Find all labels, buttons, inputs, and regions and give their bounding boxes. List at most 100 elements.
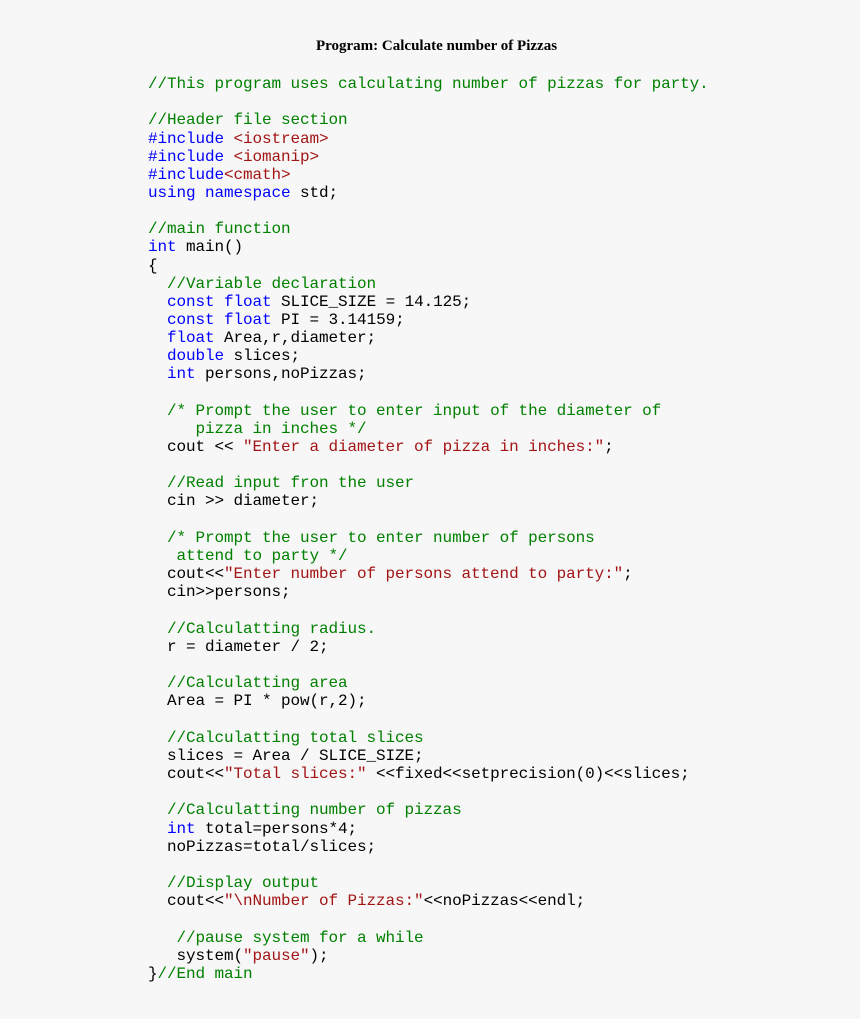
code-line: //Display output [148, 874, 709, 892]
code-text: slices; [224, 347, 301, 365]
code-text: cout << [148, 437, 244, 456]
program-title: Program: Calculate number of Pizzas [315, 38, 558, 54]
keyword: float [167, 328, 215, 347]
code-text: std; [290, 183, 339, 202]
code-text: cin>>persons; [148, 583, 291, 602]
string-literal: <iostream> [233, 129, 329, 148]
comment: //Calculatting total slices [167, 728, 424, 747]
code-line: //Read input fron the user [148, 474, 709, 492]
comment: //main function [148, 220, 291, 239]
code-line: cout << "Enter a diameter of pizza in in… [148, 438, 709, 456]
code-line: const float SLICE_SIZE = 14.125; [148, 293, 709, 311]
string-literal: <cmath> [224, 165, 291, 184]
code-text: slices = Area / SLICE_SIZE; [148, 746, 424, 765]
code-text: PI = 3.14159; [271, 310, 405, 329]
comment: pizza in inches */ [148, 419, 367, 438]
string-literal: "\nNumber of Pizzas:" [224, 892, 424, 911]
code-text: persons,noPizzas; [195, 365, 367, 384]
code-text: cout<< [148, 764, 225, 783]
code-text: cout<< [148, 565, 225, 584]
code-line: //Calculatting radius. [148, 620, 709, 638]
comment: //Calculatting area [167, 674, 348, 693]
code-line: int total=persons*4; [148, 820, 709, 838]
code-line: float Area,r,diameter; [148, 329, 709, 347]
code-line: }//End main [148, 965, 709, 983]
string-literal: "pause" [243, 946, 310, 965]
code-text: ; [623, 565, 633, 584]
code-line: double slices; [148, 347, 709, 365]
comment: attend to party */ [148, 546, 348, 565]
comment: //Calculatting number of pizzas [167, 801, 462, 820]
keyword: #include [148, 129, 234, 148]
code-line: r = diameter / 2; [148, 638, 709, 656]
code-line: #include <iostream> [148, 130, 709, 148]
code-line: //pause system for a while [148, 929, 709, 947]
code-line: //This program uses calculating number o… [148, 75, 709, 93]
code-line: //Calculatting number of pizzas [148, 801, 709, 819]
code-text: main() [176, 238, 244, 257]
comment: //Read input fron the user [167, 474, 415, 493]
keyword: int [148, 238, 177, 257]
code-block: //This program uses calculating number o… [148, 75, 709, 983]
code-line: using namespace std; [148, 184, 709, 202]
keyword: int [167, 365, 196, 384]
keyword: const float [167, 310, 272, 329]
comment: //Variable declaration [167, 274, 377, 293]
code-text: noPizzas=total/slices; [148, 837, 377, 856]
code-text: Area,r,diameter; [214, 328, 377, 347]
code-text: cout<< [148, 892, 225, 911]
comment: //Display output [167, 874, 320, 893]
code-line: #include <iomanip> [148, 148, 709, 166]
string-literal: "Enter a diameter of pizza in inches:" [243, 437, 605, 456]
code-line: #include<cmath> [148, 166, 709, 184]
code-line: cin>>persons; [148, 583, 709, 601]
code-text: <<noPizzas<<endl; [423, 892, 586, 911]
code-line: attend to party */ [148, 547, 709, 565]
keyword: double [167, 347, 225, 365]
code-line: Area = PI * pow(r,2); [148, 692, 709, 710]
code-line: cout<<"Enter number of persons attend to… [148, 565, 709, 583]
code-text: Area = PI * pow(r,2); [148, 692, 367, 711]
code-line: system("pause"); [148, 947, 709, 965]
code-text: ; [604, 437, 614, 456]
code-line: //Calculatting total slices [148, 729, 709, 747]
code-line: //Variable declaration [148, 275, 709, 293]
code-line: cout<<"\nNumber of Pizzas:"<<noPizzas<<e… [148, 892, 709, 910]
code-text: total=persons*4; [195, 819, 358, 838]
comment: //Header file section [148, 111, 348, 130]
comment: //Calculatting radius. [167, 619, 377, 638]
code-line: pizza in inches */ [148, 420, 709, 438]
comment: //pause system for a while [176, 928, 424, 947]
code-line: int main() [148, 238, 709, 256]
code-line: cout<<"Total slices:" <<fixed<<setprecis… [148, 765, 709, 783]
code-text: r = diameter / 2; [148, 637, 329, 656]
code-line: noPizzas=total/slices; [148, 838, 709, 856]
comment: //End main [157, 964, 253, 983]
code-line: //main function [148, 220, 709, 238]
code-text: SLICE_SIZE = 14.125; [271, 292, 472, 311]
code-text: { [148, 256, 158, 275]
code-line: { [148, 257, 709, 275]
